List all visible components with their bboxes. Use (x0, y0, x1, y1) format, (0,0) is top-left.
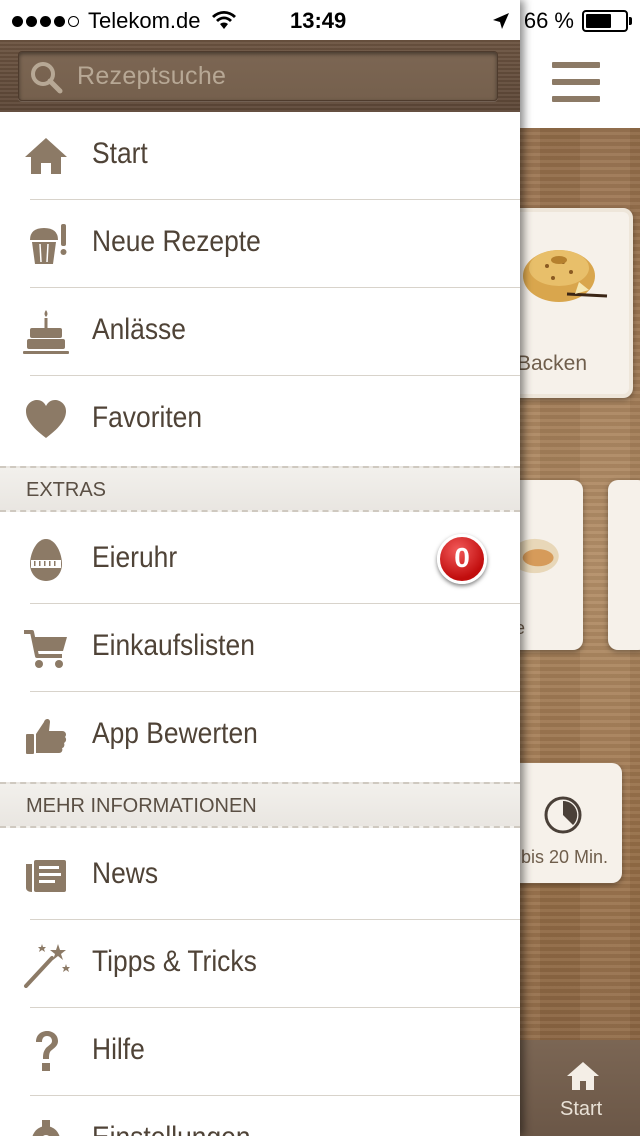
search-placeholder: Rezeptsuche (77, 62, 227, 90)
settings-icon (32, 1120, 60, 1136)
section-header-extras: EXTRAS (0, 466, 520, 512)
category-card[interactable] (608, 480, 640, 650)
location-arrow-icon (492, 13, 509, 29)
tab-label: Start (560, 1098, 603, 1120)
section-header-label: EXTRAS (26, 479, 107, 501)
signal-dot-icon (26, 15, 37, 27)
magic-wand-icon (24, 944, 70, 988)
card-label: bis 20 Min. (521, 847, 609, 867)
section-header-mehr-informationen: MEHR INFORMATIONEN (0, 782, 520, 828)
wifi-icon (211, 11, 236, 29)
menu-item-app-bewerten[interactable]: App Bewerten (0, 692, 520, 780)
cake-image (523, 250, 608, 302)
menu-item-neue-rezepte[interactable]: Neue Rezepte (0, 200, 520, 288)
search-bar: Rezeptsuche (0, 40, 520, 112)
menu-item-label: Neue Rezepte (92, 225, 261, 258)
egg-timer-icon (30, 539, 62, 581)
status-bar: Telekom.de 13:49 66 % (0, 0, 640, 40)
carrier-name: Telekom.de (88, 8, 201, 33)
signal-dot-empty-icon (68, 15, 79, 27)
help-icon (36, 1031, 58, 1071)
cart-icon (24, 630, 67, 668)
menu-item-label: Start (92, 137, 148, 170)
menu-item-label: Einstellungen (92, 1121, 251, 1136)
menu-item-tipps-tricks[interactable]: Tipps & Tricks (0, 920, 520, 1008)
home-icon (25, 138, 67, 174)
menu-item-label: Einkaufslisten (92, 629, 255, 662)
menu-item-label: Favoriten (92, 401, 203, 434)
menu-item-anlaesse[interactable]: Anlässe (0, 288, 520, 376)
category-card-time[interactable]: bis 20 Min. (505, 763, 622, 883)
category-card-backen[interactable]: Backen (505, 208, 633, 398)
status-time: 13:49 (290, 8, 347, 33)
card-label: Backen (517, 352, 588, 375)
news-icon (26, 860, 66, 892)
clock-icon (544, 796, 582, 834)
menu-item-label: Anlässe (92, 313, 186, 346)
heart-icon (26, 400, 66, 438)
signal-dot-icon (12, 15, 23, 27)
search-input[interactable]: Rezeptsuche (18, 51, 498, 101)
menu-item-einstellungen[interactable]: Einstellungen (0, 1096, 520, 1136)
signal-dot-icon (40, 15, 51, 27)
tab-start[interactable]: Start (520, 1040, 640, 1136)
egg-timer-badge: 0 (437, 534, 487, 584)
hamburger-menu-icon[interactable] (552, 62, 600, 102)
home-icon (567, 1062, 599, 1090)
menu-item-label: App Bewerten (92, 717, 258, 750)
signal-dot-icon (54, 15, 65, 27)
menu-item-label: Tipps & Tricks (92, 945, 257, 978)
battery-percent: 66 % (523, 8, 574, 33)
section-header-label: MEHR INFORMATIONEN (26, 795, 257, 817)
side-drawer: Rezeptsuche Start Neue Rezepte Anlässe F… (0, 0, 520, 1136)
battery-icon (582, 10, 632, 32)
thumbs-up-icon (26, 719, 67, 754)
menu-item-news[interactable]: News (0, 832, 520, 920)
menu-item-start[interactable]: Start (0, 112, 520, 200)
new-recipe-icon (30, 224, 67, 264)
menu-item-hilfe[interactable]: Hilfe (0, 1008, 520, 1096)
menu-item-label: Eieruhr (92, 541, 178, 574)
menu-item-label: Hilfe (92, 1033, 145, 1066)
birthday-cake-icon (23, 310, 69, 354)
menu-item-label: News (92, 857, 159, 890)
menu-item-einkaufslisten[interactable]: Einkaufslisten (0, 604, 520, 692)
search-icon (31, 62, 63, 94)
menu-item-favoriten[interactable]: Favoriten (0, 376, 520, 464)
